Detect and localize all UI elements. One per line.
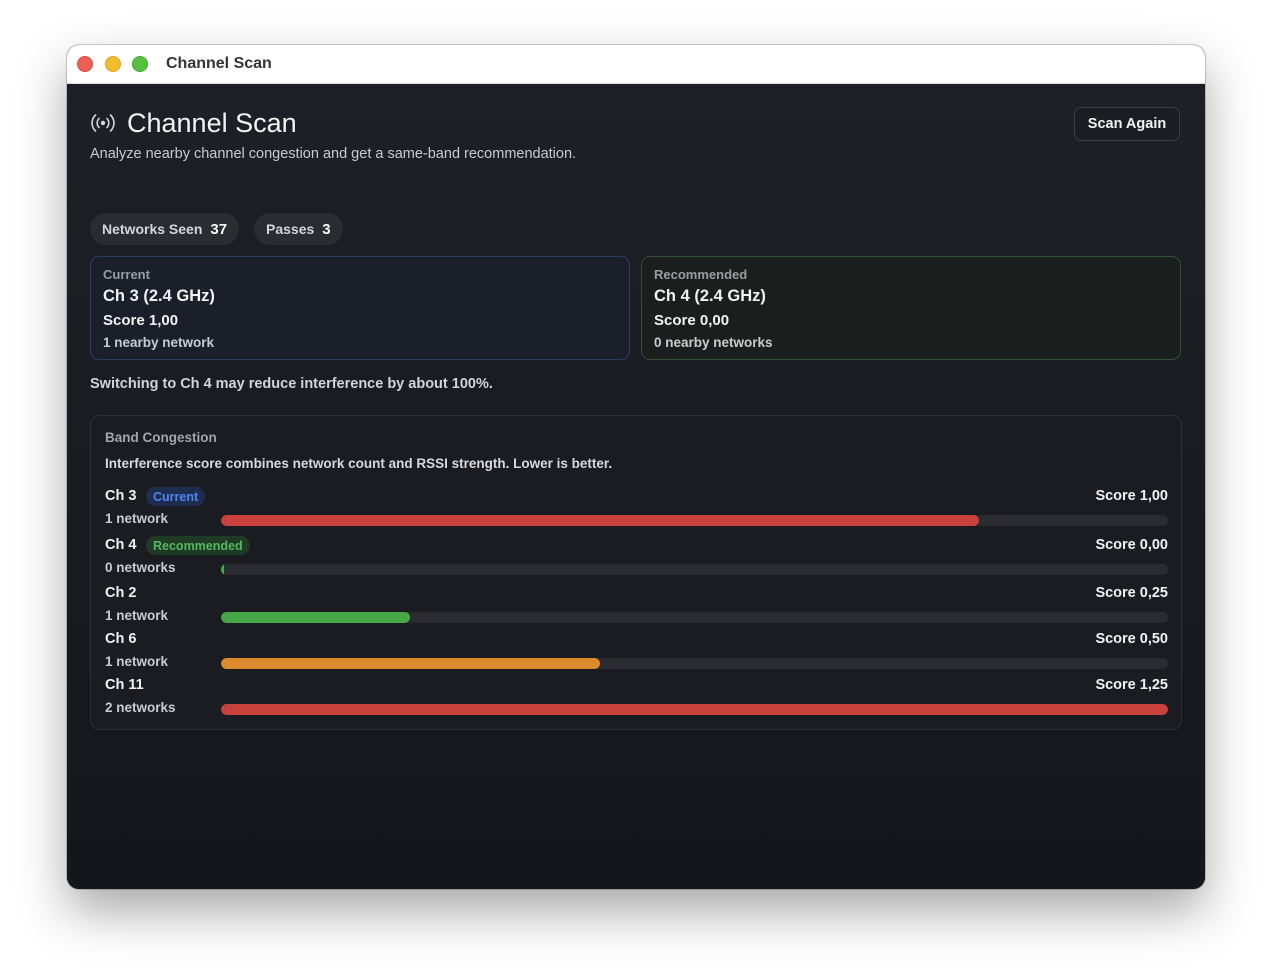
congestion-bar-track xyxy=(221,612,1168,623)
app-window: Channel Scan Channel Scan Analyze nearby… xyxy=(67,45,1205,889)
channel-score: Score 0,50 xyxy=(1095,631,1168,647)
minimize-window-button[interactable] xyxy=(105,56,121,72)
passes-pill: Passes 3 xyxy=(254,213,343,245)
recommended-channel-card: Recommended Ch 4 (2.4 GHz) Score 0,00 0 … xyxy=(641,256,1181,360)
zoom-window-button[interactable] xyxy=(132,56,148,72)
congestion-bar-fill xyxy=(221,564,224,575)
channel-row: Ch 4 Recommended Score 0,00 0 networks xyxy=(105,536,1168,583)
current-nearby: 1 nearby network xyxy=(103,335,215,350)
networks-seen-pill: Networks Seen 37 xyxy=(90,213,240,245)
networks-seen-label: Networks Seen xyxy=(102,221,203,237)
channel-name: Ch 6 xyxy=(105,631,137,647)
passes-value: 3 xyxy=(322,220,331,238)
channel-row: Ch 2 Score 0,25 1 network xyxy=(105,585,1168,631)
channel-score: Score 0,25 xyxy=(1095,585,1168,601)
congestion-bar-fill xyxy=(221,704,1168,715)
channel-name: Ch 11 xyxy=(105,677,144,693)
current-score: Score 1,00 xyxy=(103,312,179,329)
channel-score: Score 1,25 xyxy=(1095,677,1168,693)
page-title: Channel Scan xyxy=(127,108,297,138)
congestion-bar-track xyxy=(221,704,1168,715)
current-badge: Current xyxy=(146,487,206,506)
title-bar: Channel Scan xyxy=(67,45,1205,84)
band-congestion-panel: Band Congestion Interference score combi… xyxy=(90,415,1182,730)
main-content: Channel Scan Analyze nearby channel cong… xyxy=(67,84,1205,889)
current-channel: Ch 3 (2.4 GHz) xyxy=(103,287,215,305)
channel-row: Ch 6 Score 0,50 1 network xyxy=(105,631,1168,677)
congestion-bar-fill xyxy=(221,658,600,669)
congestion-bar-track xyxy=(221,515,1168,526)
recommended-channel: Ch 4 (2.4 GHz) xyxy=(654,287,766,305)
passes-label: Passes xyxy=(266,221,315,237)
scan-again-button[interactable]: Scan Again xyxy=(1074,107,1180,141)
networks-seen-value: 37 xyxy=(210,220,228,238)
broadcast-icon xyxy=(91,114,115,132)
congestion-bar-fill xyxy=(221,612,411,623)
recommended-score: Score 0,00 xyxy=(654,312,730,329)
window-title: Channel Scan xyxy=(166,55,272,72)
channel-row: Ch 3 Current Score 1,00 1 network xyxy=(105,487,1168,534)
channel-network-count: 2 networks xyxy=(105,700,176,715)
recommended-nearby: 0 nearby networks xyxy=(654,335,773,350)
recommended-badge: Recommended xyxy=(146,536,250,555)
channel-name: Ch 3 xyxy=(105,488,137,504)
congestion-bar-track xyxy=(221,564,1168,575)
channel-network-count: 0 networks xyxy=(105,560,176,575)
recommended-label: Recommended xyxy=(654,267,748,282)
congestion-bar-fill xyxy=(221,515,979,526)
band-description: Interference score combines network coun… xyxy=(105,456,613,471)
switch-message: Switching to Ch 4 may reduce interferenc… xyxy=(90,376,493,392)
channel-score: Score 1,00 xyxy=(1095,488,1168,504)
channel-row: Ch 11 Score 1,25 2 networks xyxy=(105,677,1168,723)
congestion-bar-track xyxy=(221,658,1168,669)
channel-name: Ch 4 xyxy=(105,537,137,553)
channel-network-count: 1 network xyxy=(105,654,169,669)
channel-network-count: 1 network xyxy=(105,608,169,623)
channel-network-count: 1 network xyxy=(105,511,169,526)
current-channel-card: Current Ch 3 (2.4 GHz) Score 1,00 1 near… xyxy=(90,256,630,360)
page-subtitle: Analyze nearby channel congestion and ge… xyxy=(90,146,577,162)
channel-score: Score 0,00 xyxy=(1095,537,1168,553)
channel-name: Ch 2 xyxy=(105,585,137,601)
close-window-button[interactable] xyxy=(77,56,93,72)
current-label: Current xyxy=(103,267,150,282)
band-title: Band Congestion xyxy=(105,430,217,445)
